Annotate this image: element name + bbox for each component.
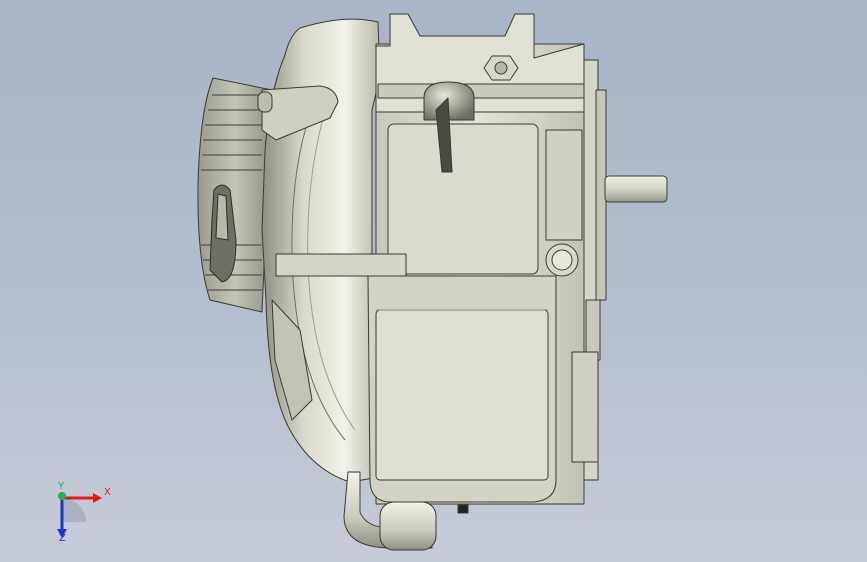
y-axis-dot — [58, 492, 66, 500]
triad-axes — [57, 492, 102, 538]
z-axis-label: Z — [59, 533, 66, 544]
orientation-triad[interactable]: X Y Z — [44, 481, 124, 546]
x-axis-label: X — [104, 487, 111, 498]
engine-model[interactable] — [0, 0, 867, 562]
cad-viewport[interactable]: X Y Z — [0, 0, 867, 562]
output-shaft — [604, 175, 668, 203]
recoil-grille — [197, 77, 273, 313]
y-axis-label: Y — [58, 481, 65, 492]
